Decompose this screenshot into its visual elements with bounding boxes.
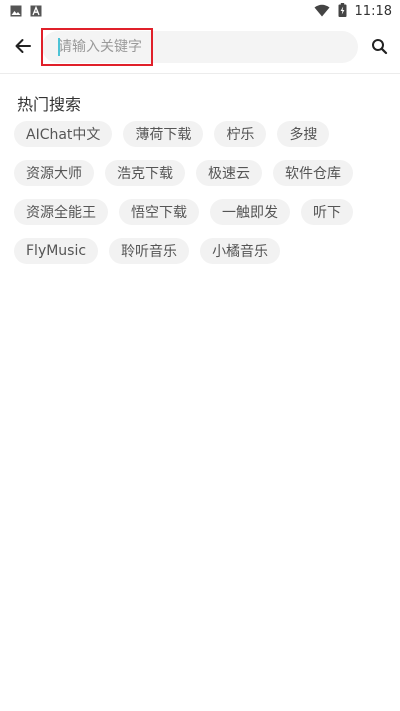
search-bar — [0, 22, 400, 74]
hot-search-tag[interactable]: 薄荷下载 — [123, 121, 204, 147]
search-input-container — [42, 31, 358, 63]
hot-search-tag[interactable]: 多搜 — [277, 121, 330, 147]
hot-search-tag[interactable]: 资源大师 — [14, 160, 94, 186]
arrow-left-icon — [14, 37, 32, 59]
hot-search-tag[interactable]: 听下 — [301, 199, 353, 225]
hot-search-tag[interactable]: 软件仓库 — [273, 160, 353, 186]
hot-search-tag[interactable]: 资源全能王 — [14, 199, 108, 225]
hot-search-tag[interactable]: 聆听音乐 — [109, 238, 190, 264]
hot-search-tag[interactable]: 极速云 — [196, 160, 262, 186]
status-time: 11:18 — [354, 3, 392, 19]
hot-search-tags: AIChat中文 薄荷下载 柠乐 多搜 资源大师 浩克下载 极速云 软件仓库 资… — [14, 121, 390, 264]
hot-search-tag[interactable]: AIChat中文 — [14, 121, 113, 147]
hot-search-tag[interactable]: 柠乐 — [214, 121, 267, 147]
hot-search-tag[interactable]: 悟空下载 — [119, 199, 199, 225]
hot-search-title: 热门搜索 — [17, 95, 82, 114]
image-icon — [10, 2, 22, 21]
status-bar: 11:18 — [0, 0, 400, 22]
search-icon — [371, 38, 388, 59]
hot-search-tag[interactable]: 小橘音乐 — [200, 238, 281, 264]
wifi-icon — [314, 2, 330, 21]
battery-charging-icon — [338, 2, 347, 21]
status-right: 11:18 — [314, 2, 392, 21]
font-icon — [30, 2, 42, 21]
text-cursor — [58, 38, 60, 56]
search-input[interactable] — [42, 31, 358, 63]
status-left — [10, 2, 42, 21]
back-button[interactable] — [10, 35, 36, 61]
hot-search-tag[interactable]: FlyMusic — [14, 238, 99, 264]
hot-search-tag[interactable]: 一触即发 — [210, 199, 290, 225]
hot-search-tag[interactable]: 浩克下载 — [105, 160, 185, 186]
search-button[interactable] — [366, 35, 392, 61]
divider — [0, 73, 400, 74]
